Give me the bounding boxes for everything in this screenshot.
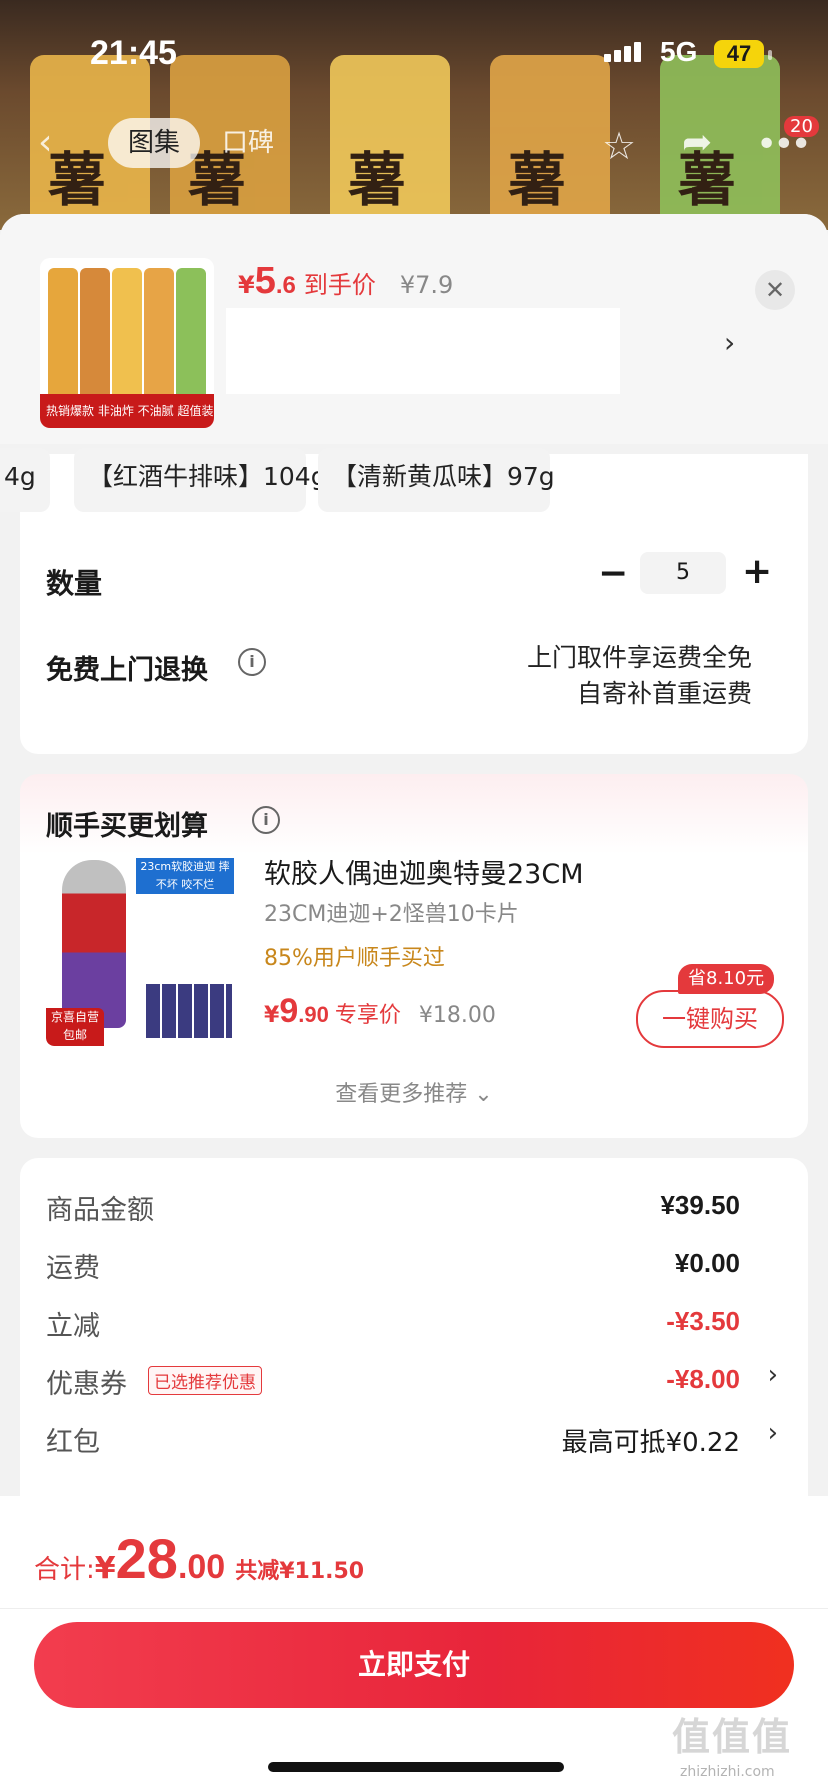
battery-icon: 47 bbox=[714, 40, 764, 68]
status-bar: 21:45 5G 47 bbox=[0, 0, 828, 110]
variant-chip[interactable]: 【清新黄瓜味】97g bbox=[318, 448, 555, 512]
watermark-site: zhizhizhi.com bbox=[680, 1764, 775, 1780]
image-banner-text: 23cm软胶迪迦 摔不坏 咬不烂 bbox=[136, 858, 234, 894]
summary-value-coupon[interactable]: -¥8.00 bbox=[666, 1364, 740, 1395]
more-recommend-link[interactable]: 查看更多推荐 ⌄ bbox=[20, 1076, 808, 1108]
summary-value-redpacket[interactable]: 最高可抵¥0.22 bbox=[562, 1422, 740, 1459]
free-return-label: 免费上门退换 bbox=[46, 655, 208, 686]
signal-icon bbox=[604, 42, 644, 62]
info-icon[interactable]: i bbox=[252, 806, 280, 834]
summary-label-shipping: 运费 bbox=[46, 1253, 100, 1284]
back-chevron-icon[interactable]: ‹ bbox=[38, 122, 52, 163]
pay-now-button[interactable]: 立即支付 bbox=[34, 1622, 794, 1708]
recommend-price: ¥9.90 专享价 ¥18.00 bbox=[264, 992, 496, 1030]
chevron-right-icon[interactable]: › bbox=[768, 1360, 778, 1390]
quantity-label: 数量 bbox=[46, 567, 103, 600]
chevron-right-icon[interactable]: › bbox=[768, 1418, 778, 1448]
checkout-footer: 合计:¥28.00 共减¥11.50 立即支付 值值值 zhizhizhi.com bbox=[0, 1496, 828, 1792]
quantity-minus-button[interactable]: − bbox=[598, 554, 628, 594]
recommend-product-image[interactable]: 23cm软胶迪迦 摔不坏 咬不烂 京喜自营 包邮 bbox=[46, 854, 238, 1046]
battery-tip bbox=[768, 50, 772, 60]
close-button[interactable]: ✕ bbox=[755, 270, 795, 310]
selected-sku-placeholder[interactable] bbox=[226, 308, 620, 394]
sheet-header: 热销爆款 非油炸 不油腻 超值装 ¥5.6 到手价 ¥7.9 › ✕ bbox=[0, 214, 828, 444]
recommend-bought-rate: 85%用户顺手买过 bbox=[264, 946, 445, 971]
recommend-title: 顺手买更划算 bbox=[46, 811, 208, 842]
order-total: 合计:¥28.00 共减¥11.50 bbox=[34, 1527, 365, 1590]
price-label: 到手价 bbox=[303, 271, 376, 299]
recommend-card: 顺手买更划算 i 23cm软胶迪迦 摔不坏 咬不烂 京喜自营 包邮 软胶人偶迪迦… bbox=[20, 774, 808, 1138]
summary-label-discount: 立减 bbox=[46, 1311, 100, 1342]
one-click-buy-button[interactable]: 一键购买 bbox=[636, 990, 784, 1048]
summary-label-coupon: 优惠券 bbox=[46, 1369, 127, 1400]
quantity-plus-button[interactable]: + bbox=[742, 552, 772, 592]
share-icon[interactable]: ➦ bbox=[682, 122, 712, 163]
favorite-star-icon[interactable]: ☆ bbox=[602, 124, 636, 168]
chevron-right-icon[interactable]: › bbox=[724, 326, 735, 359]
product-thumbnail[interactable]: 热销爆款 非油炸 不油腻 超值装 bbox=[40, 258, 214, 428]
variant-chip[interactable]: 4g bbox=[0, 448, 50, 512]
summary-value-discount: -¥3.50 bbox=[666, 1306, 740, 1336]
return-pickup-text: 上门取件享运费全免 bbox=[526, 643, 752, 672]
home-indicator[interactable] bbox=[268, 1762, 564, 1772]
tab-reviews[interactable]: 口碑 bbox=[222, 118, 274, 168]
recommend-spec: 23CM迪迦+2怪兽10卡片 bbox=[264, 902, 519, 927]
thumbnail-badge: 热销爆款 非油炸 不油腻 超值装 bbox=[40, 394, 214, 428]
summary-label-goods: 商品金额 bbox=[46, 1195, 154, 1226]
total-saved: 共减¥11.50 bbox=[235, 1559, 365, 1584]
summary-label-redpacket: 红包 bbox=[46, 1427, 100, 1458]
summary-value-goods: ¥39.50 bbox=[660, 1190, 740, 1220]
tab-gallery[interactable]: 图集 bbox=[108, 118, 200, 168]
status-time: 21:45 bbox=[90, 34, 177, 72]
summary-value-shipping: ¥0.00 bbox=[674, 1248, 740, 1278]
info-icon[interactable]: i bbox=[238, 648, 266, 676]
variant-chip[interactable]: 【红酒牛排味】104g bbox=[74, 448, 327, 512]
cart-count-badge: 20 bbox=[784, 116, 819, 137]
network-label: 5G bbox=[660, 36, 698, 67]
coupon-selected-tag: 已选推荐优惠 bbox=[148, 1366, 262, 1395]
recommend-name[interactable]: 软胶人偶迪迦奥特曼23CM bbox=[264, 852, 584, 891]
product-price: ¥5.6 到手价 ¥7.9 bbox=[238, 260, 454, 302]
image-tag-text: 京喜自营 包邮 bbox=[46, 1008, 104, 1046]
return-self-ship-text: 自寄补首重运费 bbox=[576, 679, 752, 708]
watermark-logo: 值值值 bbox=[672, 1715, 793, 1759]
save-badge: 省8.10元 bbox=[678, 964, 775, 994]
quantity-input[interactable]: 5 bbox=[640, 552, 726, 594]
original-price: ¥7.9 bbox=[399, 271, 454, 299]
recommend-original-price: ¥18.00 bbox=[418, 1003, 496, 1028]
options-card: 4g 【红酒牛排味】104g 【清新黄瓜味】97g 数量 − 5 + 免费上门退… bbox=[0, 448, 808, 754]
divider bbox=[0, 1608, 828, 1609]
